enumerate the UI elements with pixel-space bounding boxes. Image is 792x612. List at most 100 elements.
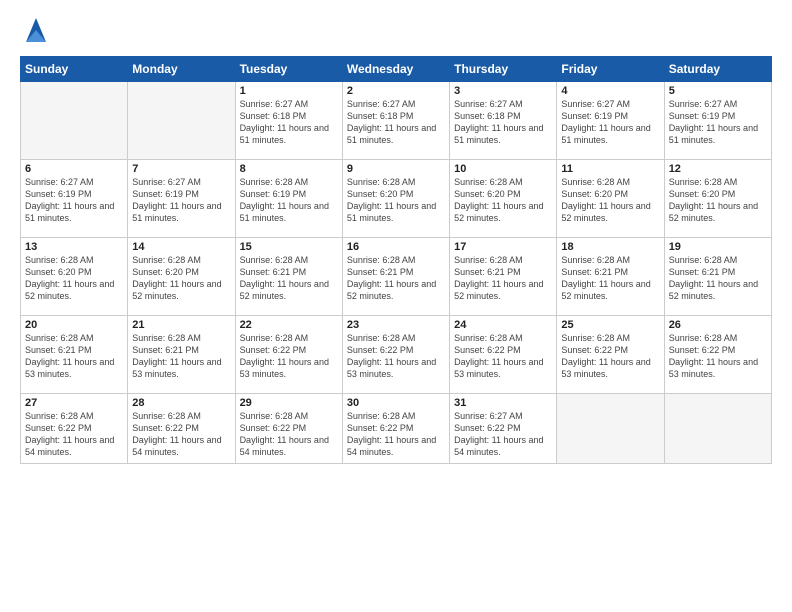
calendar-cell: 23Sunrise: 6:28 AMSunset: 6:22 PMDayligh… [342,316,449,394]
calendar-cell: 14Sunrise: 6:28 AMSunset: 6:20 PMDayligh… [128,238,235,316]
day-info: Sunrise: 6:27 AMSunset: 6:19 PMDaylight:… [669,98,767,147]
day-number: 2 [347,85,445,97]
weekday-header-saturday: Saturday [664,57,771,82]
day-number: 28 [132,397,230,409]
logo-icon [22,14,50,46]
calendar-cell: 13Sunrise: 6:28 AMSunset: 6:20 PMDayligh… [21,238,128,316]
calendar-cell: 17Sunrise: 6:28 AMSunset: 6:21 PMDayligh… [450,238,557,316]
day-info: Sunrise: 6:28 AMSunset: 6:21 PMDaylight:… [669,254,767,303]
calendar-cell: 21Sunrise: 6:28 AMSunset: 6:21 PMDayligh… [128,316,235,394]
weekday-header-monday: Monday [128,57,235,82]
day-info: Sunrise: 6:28 AMSunset: 6:22 PMDaylight:… [240,410,338,459]
day-info: Sunrise: 6:27 AMSunset: 6:19 PMDaylight:… [132,176,230,225]
weekday-header-sunday: Sunday [21,57,128,82]
day-number: 11 [561,163,659,175]
day-number: 26 [669,319,767,331]
day-info: Sunrise: 6:28 AMSunset: 6:22 PMDaylight:… [561,332,659,381]
week-row-4: 20Sunrise: 6:28 AMSunset: 6:21 PMDayligh… [21,316,772,394]
day-info: Sunrise: 6:28 AMSunset: 6:22 PMDaylight:… [669,332,767,381]
day-number: 25 [561,319,659,331]
day-number: 7 [132,163,230,175]
day-number: 14 [132,241,230,253]
day-number: 12 [669,163,767,175]
calendar-cell: 1Sunrise: 6:27 AMSunset: 6:18 PMDaylight… [235,82,342,160]
calendar-cell: 11Sunrise: 6:28 AMSunset: 6:20 PMDayligh… [557,160,664,238]
day-info: Sunrise: 6:28 AMSunset: 6:21 PMDaylight:… [454,254,552,303]
week-row-1: 1Sunrise: 6:27 AMSunset: 6:18 PMDaylight… [21,82,772,160]
calendar-cell: 12Sunrise: 6:28 AMSunset: 6:20 PMDayligh… [664,160,771,238]
day-info: Sunrise: 6:28 AMSunset: 6:22 PMDaylight:… [240,332,338,381]
calendar-cell: 16Sunrise: 6:28 AMSunset: 6:21 PMDayligh… [342,238,449,316]
day-number: 10 [454,163,552,175]
calendar-cell: 3Sunrise: 6:27 AMSunset: 6:18 PMDaylight… [450,82,557,160]
calendar-cell: 22Sunrise: 6:28 AMSunset: 6:22 PMDayligh… [235,316,342,394]
weekday-header-wednesday: Wednesday [342,57,449,82]
day-info: Sunrise: 6:28 AMSunset: 6:20 PMDaylight:… [132,254,230,303]
calendar-cell: 19Sunrise: 6:28 AMSunset: 6:21 PMDayligh… [664,238,771,316]
day-number: 3 [454,85,552,97]
calendar-cell: 5Sunrise: 6:27 AMSunset: 6:19 PMDaylight… [664,82,771,160]
day-info: Sunrise: 6:28 AMSunset: 6:22 PMDaylight:… [454,332,552,381]
calendar-cell: 4Sunrise: 6:27 AMSunset: 6:19 PMDaylight… [557,82,664,160]
day-info: Sunrise: 6:27 AMSunset: 6:18 PMDaylight:… [454,98,552,147]
calendar-cell [557,394,664,464]
day-number: 18 [561,241,659,253]
calendar-cell [21,82,128,160]
weekday-header-thursday: Thursday [450,57,557,82]
day-number: 6 [25,163,123,175]
calendar-cell: 2Sunrise: 6:27 AMSunset: 6:18 PMDaylight… [342,82,449,160]
day-number: 31 [454,397,552,409]
calendar-cell: 27Sunrise: 6:28 AMSunset: 6:22 PMDayligh… [21,394,128,464]
calendar-cell: 8Sunrise: 6:28 AMSunset: 6:19 PMDaylight… [235,160,342,238]
day-info: Sunrise: 6:28 AMSunset: 6:22 PMDaylight:… [132,410,230,459]
week-row-2: 6Sunrise: 6:27 AMSunset: 6:19 PMDaylight… [21,160,772,238]
day-info: Sunrise: 6:28 AMSunset: 6:21 PMDaylight:… [132,332,230,381]
weekday-header-friday: Friday [557,57,664,82]
calendar-cell [664,394,771,464]
calendar-cell: 7Sunrise: 6:27 AMSunset: 6:19 PMDaylight… [128,160,235,238]
calendar-cell: 6Sunrise: 6:27 AMSunset: 6:19 PMDaylight… [21,160,128,238]
week-row-3: 13Sunrise: 6:28 AMSunset: 6:20 PMDayligh… [21,238,772,316]
calendar-cell: 26Sunrise: 6:28 AMSunset: 6:22 PMDayligh… [664,316,771,394]
day-info: Sunrise: 6:28 AMSunset: 6:20 PMDaylight:… [561,176,659,225]
day-number: 21 [132,319,230,331]
day-info: Sunrise: 6:28 AMSunset: 6:19 PMDaylight:… [240,176,338,225]
day-info: Sunrise: 6:27 AMSunset: 6:19 PMDaylight:… [561,98,659,147]
day-info: Sunrise: 6:27 AMSunset: 6:18 PMDaylight:… [240,98,338,147]
calendar-cell: 31Sunrise: 6:27 AMSunset: 6:22 PMDayligh… [450,394,557,464]
day-number: 29 [240,397,338,409]
day-info: Sunrise: 6:28 AMSunset: 6:21 PMDaylight:… [347,254,445,303]
week-row-5: 27Sunrise: 6:28 AMSunset: 6:22 PMDayligh… [21,394,772,464]
calendar-cell: 9Sunrise: 6:28 AMSunset: 6:20 PMDaylight… [342,160,449,238]
logo [20,18,50,46]
day-info: Sunrise: 6:28 AMSunset: 6:22 PMDaylight:… [347,332,445,381]
day-info: Sunrise: 6:27 AMSunset: 6:19 PMDaylight:… [25,176,123,225]
day-info: Sunrise: 6:28 AMSunset: 6:22 PMDaylight:… [25,410,123,459]
day-number: 16 [347,241,445,253]
day-number: 4 [561,85,659,97]
weekday-header-tuesday: Tuesday [235,57,342,82]
day-number: 30 [347,397,445,409]
day-info: Sunrise: 6:28 AMSunset: 6:20 PMDaylight:… [669,176,767,225]
day-info: Sunrise: 6:28 AMSunset: 6:20 PMDaylight:… [347,176,445,225]
calendar-cell [128,82,235,160]
header [20,18,772,46]
weekday-header-row: SundayMondayTuesdayWednesdayThursdayFrid… [21,57,772,82]
day-number: 9 [347,163,445,175]
day-number: 1 [240,85,338,97]
calendar-cell: 29Sunrise: 6:28 AMSunset: 6:22 PMDayligh… [235,394,342,464]
day-number: 13 [25,241,123,253]
calendar-cell: 24Sunrise: 6:28 AMSunset: 6:22 PMDayligh… [450,316,557,394]
calendar-cell: 30Sunrise: 6:28 AMSunset: 6:22 PMDayligh… [342,394,449,464]
day-info: Sunrise: 6:28 AMSunset: 6:20 PMDaylight:… [454,176,552,225]
day-info: Sunrise: 6:28 AMSunset: 6:21 PMDaylight:… [561,254,659,303]
day-info: Sunrise: 6:28 AMSunset: 6:22 PMDaylight:… [347,410,445,459]
day-number: 24 [454,319,552,331]
calendar-cell: 10Sunrise: 6:28 AMSunset: 6:20 PMDayligh… [450,160,557,238]
calendar-table: SundayMondayTuesdayWednesdayThursdayFrid… [20,56,772,464]
day-number: 19 [669,241,767,253]
day-info: Sunrise: 6:28 AMSunset: 6:20 PMDaylight:… [25,254,123,303]
calendar-cell: 28Sunrise: 6:28 AMSunset: 6:22 PMDayligh… [128,394,235,464]
day-number: 5 [669,85,767,97]
day-info: Sunrise: 6:28 AMSunset: 6:21 PMDaylight:… [25,332,123,381]
